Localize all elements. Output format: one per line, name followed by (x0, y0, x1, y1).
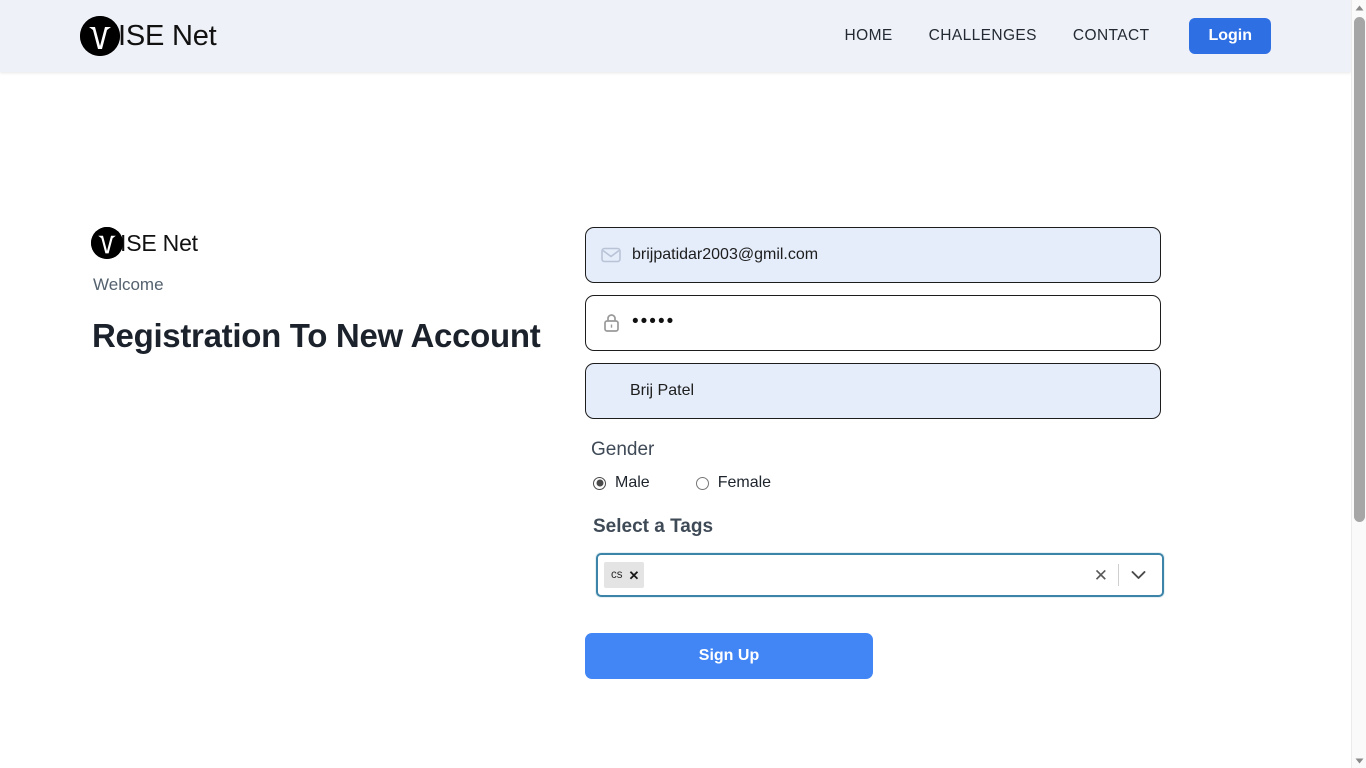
gender-option-male[interactable]: Male (593, 474, 650, 492)
tags-label: Select a Tags (593, 516, 714, 537)
form-brand: ISE Net (91, 227, 585, 259)
scrollbar-thumb[interactable] (1354, 17, 1365, 522)
tag-chip-label: cs (611, 569, 623, 581)
form-brand-text: ISE Net (120, 229, 198, 256)
welcome-text: Welcome (93, 275, 164, 294)
tag-remove-icon[interactable]: ✕ (629, 569, 640, 582)
gender-male-label: Male (615, 474, 650, 491)
login-button[interactable]: Login (1189, 18, 1271, 54)
gender-label: Gender (591, 439, 655, 460)
email-field-wrapper[interactable] (585, 227, 1161, 283)
radio-female-icon[interactable] (695, 476, 709, 490)
registration-form: ••••• Gender Male Female (585, 227, 1351, 679)
gender-female-label: Female (717, 474, 772, 491)
page-content: ISE Net HOME CHALLENGES CONTACT Login IS… (0, 0, 1351, 768)
header-nav: HOME CHALLENGES CONTACT Login (827, 18, 1271, 54)
page-scrollbar[interactable] (1351, 0, 1366, 768)
tags-multiselect[interactable]: cs ✕ ✕ (596, 553, 1164, 597)
intro-column: ISE Net Welcome Registration To New Acco… (0, 227, 585, 679)
radio-male-icon[interactable] (593, 476, 606, 490)
scroll-down-arrow-icon[interactable] (1352, 753, 1366, 768)
name-field-wrapper[interactable] (585, 363, 1161, 419)
scroll-up-arrow-icon[interactable] (1352, 0, 1366, 15)
header-brand-text: ISE Net (118, 19, 217, 52)
browser-viewport: ISE Net HOME CHALLENGES CONTACT Login IS… (0, 0, 1366, 768)
page-title: Registration To New Account (92, 317, 541, 354)
lock-icon (600, 312, 622, 334)
gender-option-female[interactable]: Female (695, 474, 772, 492)
name-input[interactable] (600, 364, 1146, 418)
wise-net-logo-icon (80, 16, 120, 56)
nav-link-contact[interactable]: CONTACT (1055, 19, 1168, 53)
site-header: ISE Net HOME CHALLENGES CONTACT Login (0, 0, 1351, 72)
chevron-down-icon[interactable] (1119, 570, 1158, 580)
header-brand[interactable]: ISE Net (80, 16, 217, 56)
wise-net-logo-icon (91, 227, 123, 259)
email-input[interactable] (632, 228, 1146, 282)
main-content: ISE Net Welcome Registration To New Acco… (0, 72, 1351, 679)
password-masked-value[interactable]: ••••• (632, 312, 675, 335)
tag-chip[interactable]: cs ✕ (604, 562, 645, 588)
clear-x-icon[interactable]: ✕ (1084, 567, 1118, 584)
password-field-wrapper[interactable]: ••••• (585, 295, 1161, 351)
sign-up-button[interactable]: Sign Up (585, 633, 873, 679)
envelope-icon (600, 244, 622, 266)
gender-radio-group: Male Female (593, 474, 1351, 492)
nav-link-home[interactable]: HOME (827, 19, 911, 53)
nav-link-challenges[interactable]: CHALLENGES (911, 19, 1055, 53)
